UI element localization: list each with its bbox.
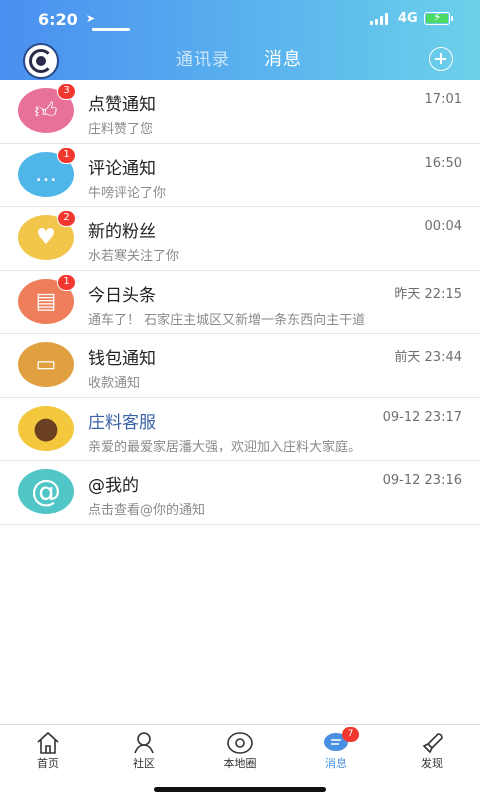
message-row[interactable]: ▭ 钱包通知收款通知 前天 23:44 [0, 334, 480, 398]
add-icon[interactable] [429, 47, 453, 71]
unread-badge: 1 [57, 273, 76, 291]
tab-home[interactable]: 首页 [0, 725, 96, 775]
network-type: 4G [398, 11, 418, 26]
tab-label: 首页 [37, 757, 59, 770]
message-time: 16:50 [424, 155, 462, 171]
message-time: 09-12 23:17 [382, 409, 462, 425]
location-arrow-icon: ➤ [86, 12, 96, 25]
message-row[interactable]: ▤ 1 今日头条 通车了！ 石家庄主城区又新增一条东西向主干道 昨天 22:15 [0, 271, 480, 334]
status-bar: 6:20 ➤ 4G ⚡ [0, 0, 480, 40]
tab-label: 发现 [421, 757, 443, 770]
message-title: 新的粉丝 [88, 222, 156, 242]
message-preview: 收款通知 [88, 376, 141, 391]
message-title: 庄料客服 [88, 412, 156, 433]
battery-icon: ⚡ [424, 10, 453, 25]
message-preview: 通车了！ 石家庄主城区又新增一条东西向主干道 [88, 312, 366, 328]
message-title: 评论通知 [88, 158, 156, 179]
tab-label: 本地圈 [223, 757, 257, 770]
message-preview: 亲爱的最爱家居潘大强，欢迎加入庄料大家庭。 [88, 439, 362, 455]
message-preview: 水若寒关注了你 [88, 249, 180, 264]
message-title: 点赞通知 [88, 95, 156, 115]
message-time: 17:01 [424, 92, 462, 107]
message-row[interactable]: ♥ 2 新的粉丝 水若寒关注了你 00:04 [0, 207, 480, 271]
message-title: @我的 [88, 476, 139, 496]
rocket-icon [418, 731, 446, 755]
message-title: 钱包通知 [88, 349, 156, 369]
wallet-icon: ▭ [18, 342, 74, 387]
message-row[interactable]: @ @我的点击查看@你的通知 09-12 23:16 [0, 461, 480, 525]
home-icon [34, 731, 62, 755]
tab-badge: 7 [342, 727, 359, 742]
message-row[interactable]: ● 庄料客服亲爱的最爱家居潘大强，欢迎加入庄料大家庭。 09-12 23:17 [0, 398, 480, 461]
status-time: 6:20 [38, 10, 78, 29]
message-preview: 牛嗙评论了你 [88, 185, 167, 201]
app-header: 6:20 ➤ 4G ⚡ 通讯录 消息 [0, 0, 480, 80]
signal-icon [370, 13, 390, 25]
tab-messages[interactable]: 消息 [264, 45, 302, 71]
community-icon [130, 731, 158, 755]
home-indicator [154, 787, 326, 792]
message-time: 前天 23:44 [394, 350, 462, 365]
tab-rocket[interactable]: 发现 [384, 725, 480, 775]
message-row[interactable]: 👍︎ 3 点赞通知 庄料赞了您 17:01 [0, 80, 480, 144]
tab-label: 社区 [133, 757, 155, 770]
message-row[interactable]: … 1 评论通知 牛嗙评论了你 16:50 [0, 144, 480, 207]
app-logo[interactable] [23, 43, 59, 79]
tab-contacts[interactable]: 通讯录 [176, 45, 230, 70]
message-preview: 点击查看@你的通知 [88, 503, 206, 518]
active-tab-indicator [92, 28, 130, 31]
unread-badge: 2 [57, 210, 76, 227]
at-sign-icon: @ [18, 469, 74, 514]
bear-avatar-icon: ● [18, 405, 74, 451]
tab-label: 消息 [325, 757, 347, 770]
message-title: 今日头条 [88, 285, 156, 306]
tab-message[interactable]: 7 消息 [288, 725, 384, 775]
local-circle-icon [226, 731, 254, 755]
message-list: 👍︎ 3 点赞通知 庄料赞了您 17:01… 1 评论通知 牛嗙评论了你 16:50 ♥ 2 新的粉丝… [0, 80, 480, 525]
message-time: 00:04 [424, 219, 462, 234]
tab-community[interactable]: 社区 [96, 725, 192, 775]
unread-badge: 1 [57, 146, 76, 164]
bottom-tab-bar: 首页 社区 本地圈 7 消息 发现 [0, 724, 480, 774]
message-time: 昨天 22:15 [394, 286, 462, 302]
message-preview: 庄料赞了您 [88, 122, 154, 137]
tab-local-circle[interactable]: 本地圈 [192, 725, 288, 775]
message-time: 09-12 23:16 [382, 473, 462, 488]
unread-badge: 3 [57, 83, 76, 100]
